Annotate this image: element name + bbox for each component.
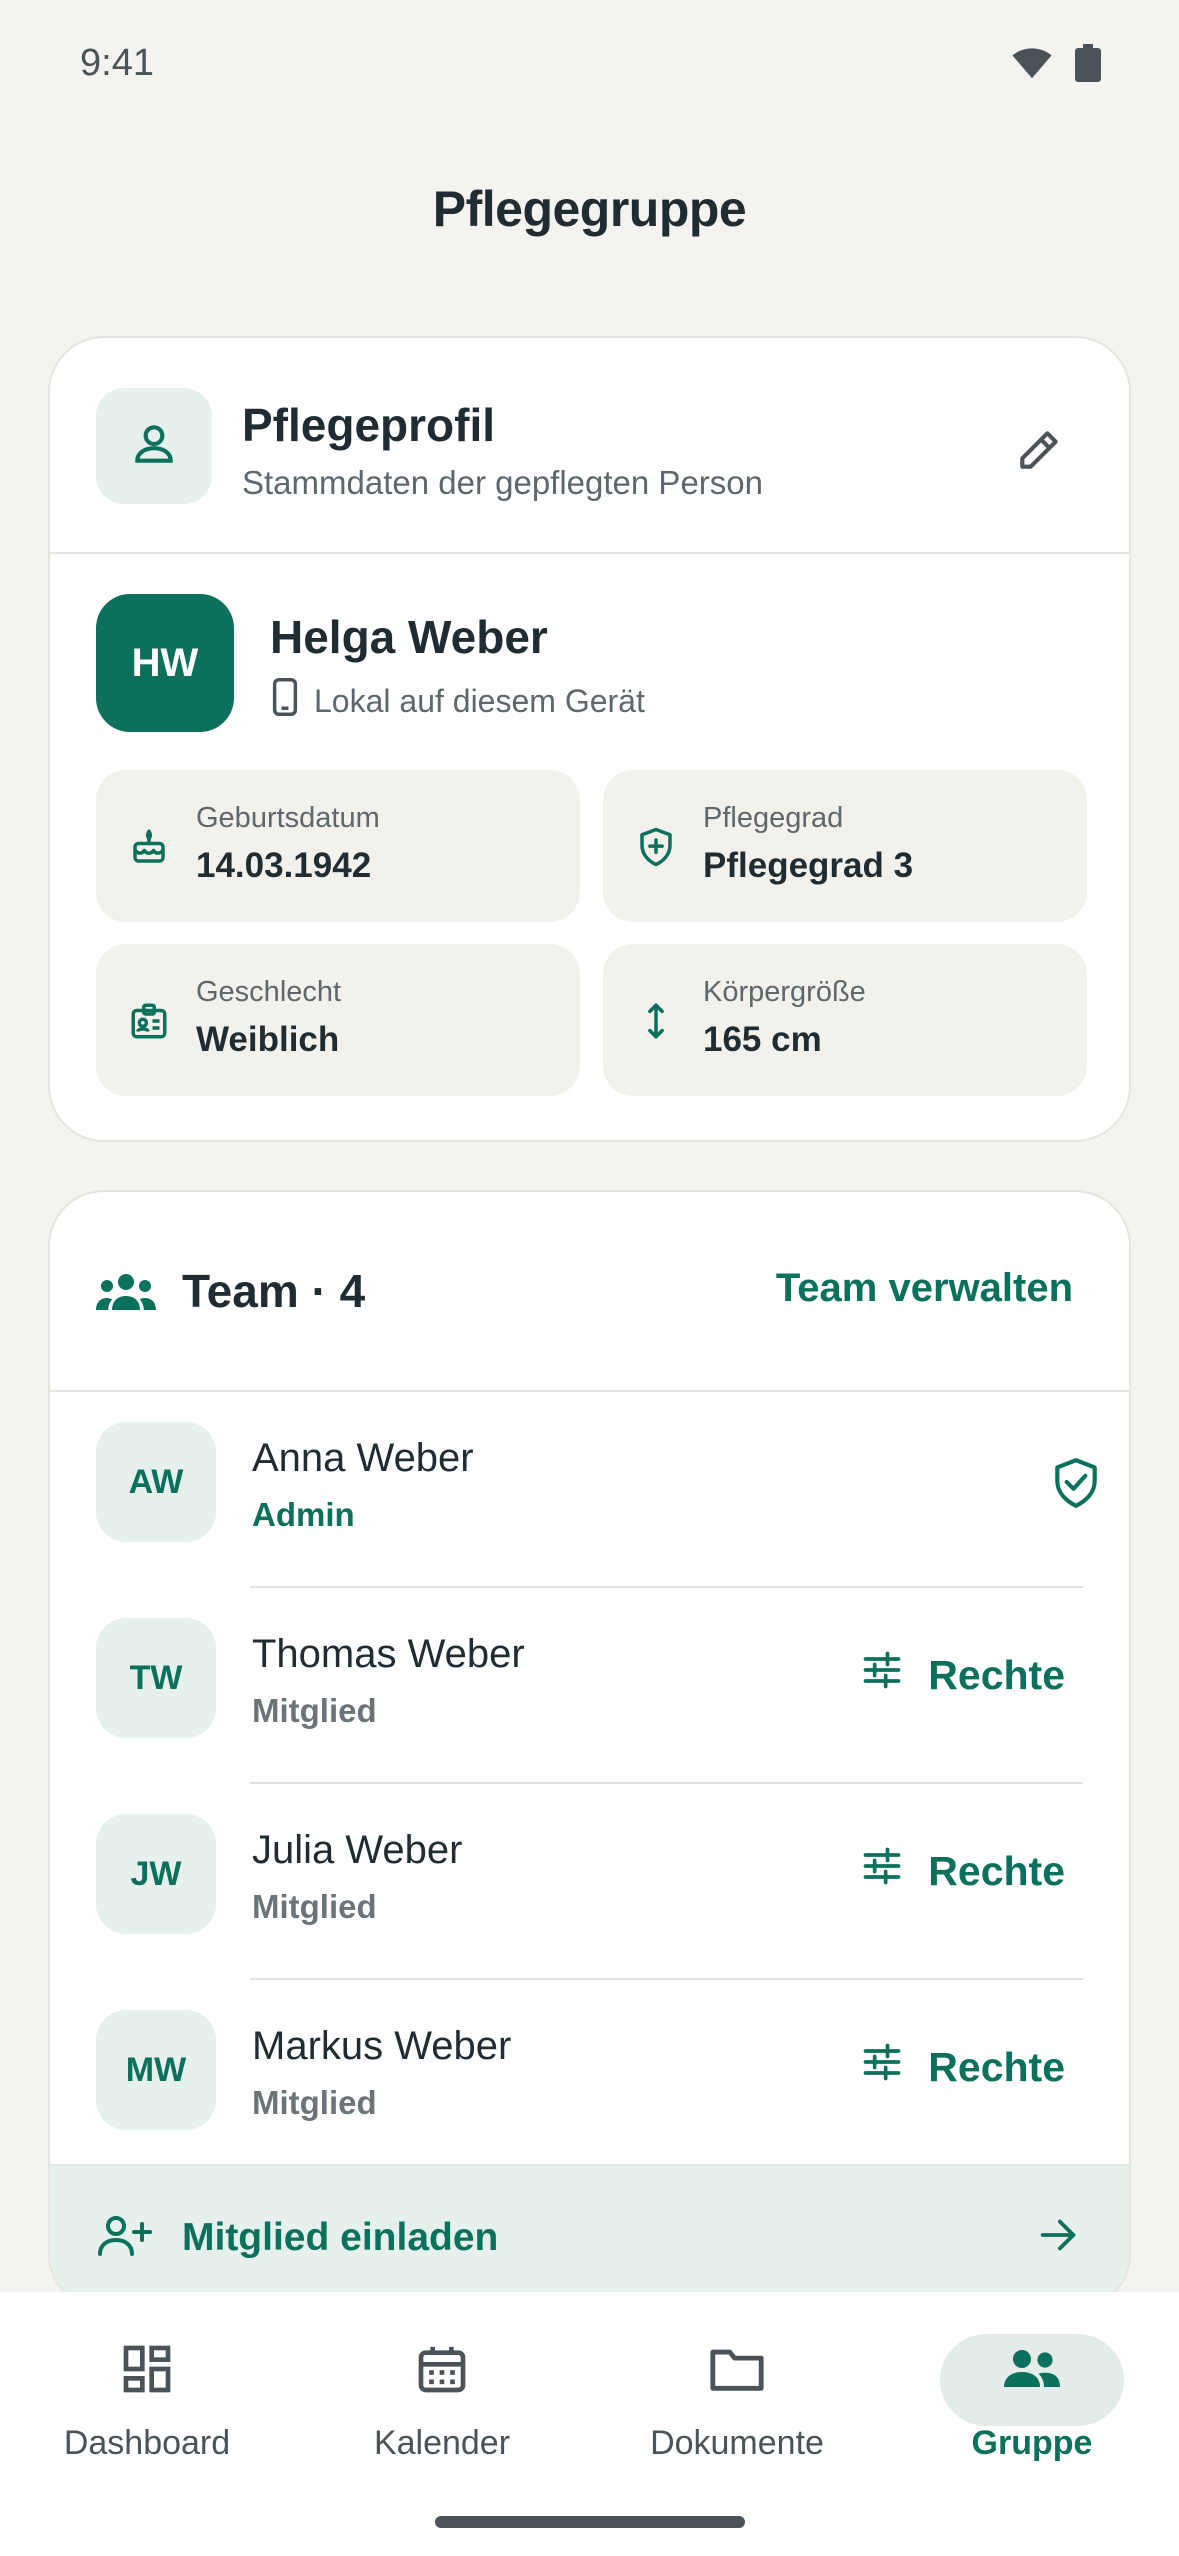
pencil-icon [1014, 425, 1064, 480]
person-storage-label: Lokal auf diesem Gerät [314, 682, 645, 719]
member-avatar: JW [96, 1814, 216, 1934]
member-avatar: TW [96, 1618, 216, 1738]
edit-profile-button[interactable] [1009, 422, 1069, 482]
field-label: Pflegegrad [703, 802, 844, 834]
nav-group[interactable]: Gruppe [885, 2312, 1179, 2482]
profile-card-header: Pflegeprofil Stammdaten der gepflegten P… [50, 338, 1129, 554]
member-rights-button[interactable]: Rechte [860, 2040, 1065, 2094]
field-label: Geschlecht [196, 976, 342, 1008]
group-icon [885, 2334, 1179, 2404]
manage-team-button[interactable]: Team verwalten [776, 1266, 1073, 1311]
admin-shield-icon [1051, 1456, 1101, 1515]
rights-label: Rechte [928, 1847, 1065, 1894]
member-role: Admin [252, 1496, 355, 1533]
member-rights-button[interactable]: Rechte [860, 1648, 1065, 1702]
profile-card-title: Pflegeprofil [242, 399, 496, 451]
team-card-header: Team · 4 Team verwalten [50, 1192, 1129, 1392]
person-icon-tile [96, 388, 212, 504]
profile-card-subtitle: Stammdaten der gepflegten Person [242, 464, 763, 501]
nav-label: Dashboard [63, 2424, 231, 2462]
home-indicator [435, 2516, 745, 2528]
dashboard-icon [0, 2334, 294, 2404]
page-title: Pflegegruppe [432, 181, 747, 237]
nav-calendar[interactable]: Kalender [295, 2312, 589, 2482]
field-value: 14.03.1942 [196, 846, 372, 885]
field-height: Körpergröße 165 cm [603, 944, 1087, 1096]
team-card: Team · 4 Team verwalten AW Anna Weber Ad… [48, 1190, 1131, 2310]
field-label: Körpergröße [703, 976, 866, 1008]
member-row[interactable]: TW Thomas Weber Mitglied Rechte [50, 1588, 1129, 1784]
status-time: 9:41 [80, 42, 154, 84]
field-care-level: Pflegegrad Pflegegrad 3 [603, 770, 1087, 922]
battery-icon [1075, 44, 1101, 87]
group-icon [94, 1270, 158, 1319]
arrow-right-icon [1035, 2212, 1081, 2263]
member-row[interactable]: AW Anna Weber Admin [50, 1392, 1129, 1588]
team-title: Team · 4 [182, 1265, 366, 1317]
id-badge-icon [126, 998, 172, 1044]
invite-label: Mitglied einladen [182, 2216, 499, 2259]
person-avatar: HW [96, 594, 234, 732]
member-name: Markus Weber [252, 2024, 512, 2068]
nav-label: Gruppe [971, 2424, 1093, 2462]
person-storage-location: Lokal auf diesem Gerät [270, 678, 645, 724]
cake-icon [126, 824, 172, 870]
member-rights-button[interactable]: Rechte [860, 1844, 1065, 1898]
calendar-icon [295, 2334, 589, 2404]
rights-label: Rechte [928, 2043, 1065, 2090]
folder-icon [590, 2334, 884, 2404]
sliders-icon [860, 1844, 904, 1898]
field-gender: Geschlecht Weiblich [96, 944, 580, 1096]
nav-documents[interactable]: Dokumente [590, 2312, 884, 2482]
person-name: Helga Weber [270, 611, 548, 663]
member-row[interactable]: MW Markus Weber Mitglied Rechte [50, 1980, 1129, 2176]
nav-dashboard[interactable]: Dashboard [0, 2312, 294, 2482]
member-name: Thomas Weber [252, 1632, 525, 1676]
smartphone-icon [270, 678, 300, 724]
person-icon [129, 419, 179, 474]
profile-card: Pflegeprofil Stammdaten der gepflegten P… [48, 336, 1131, 1142]
member-role: Mitglied [252, 2084, 377, 2121]
sliders-icon [860, 2040, 904, 2094]
field-value: Weiblich [196, 1020, 340, 1059]
member-role: Mitglied [252, 1692, 377, 1729]
field-value: Pflegegrad 3 [703, 846, 914, 885]
status-icons [1011, 44, 1101, 87]
shield-plus-icon [633, 824, 679, 870]
nav-label: Kalender [373, 2424, 511, 2462]
member-row[interactable]: JW Julia Weber Mitglied Rechte [50, 1784, 1129, 1980]
member-name: Anna Weber [252, 1436, 474, 1480]
member-avatar: MW [96, 2010, 216, 2130]
member-role: Mitglied [252, 1888, 377, 1925]
member-avatar: AW [96, 1422, 216, 1542]
field-birthdate: Geburtsdatum 14.03.1942 [96, 770, 580, 922]
sliders-icon [860, 1648, 904, 1702]
status-bar: 9:41 [0, 0, 1179, 130]
wifi-icon [1011, 46, 1053, 85]
height-arrows-icon [633, 998, 679, 1044]
field-label: Geburtsdatum [196, 802, 380, 834]
field-value: 165 cm [703, 1020, 822, 1059]
person-add-icon [96, 2212, 152, 2265]
rights-label: Rechte [928, 1651, 1065, 1698]
member-name: Julia Weber [252, 1828, 463, 1872]
invite-member-button[interactable]: Mitglied einladen [50, 2164, 1129, 2308]
nav-label: Dokumente [650, 2424, 824, 2462]
